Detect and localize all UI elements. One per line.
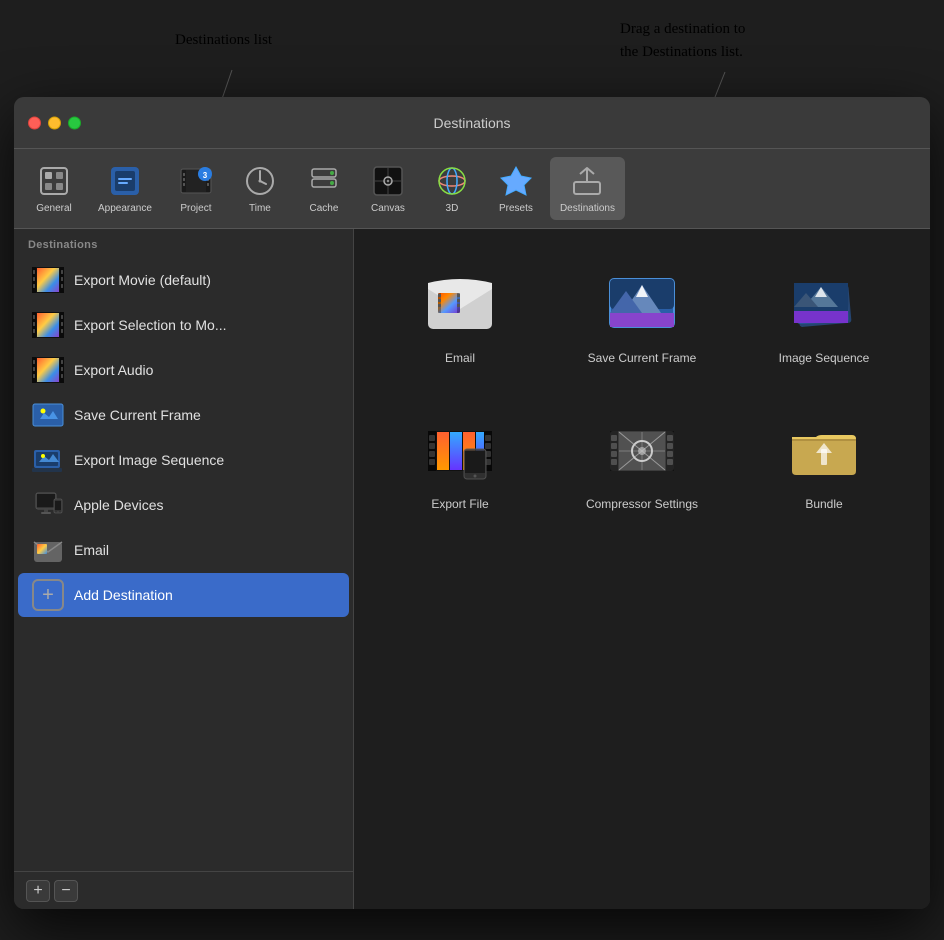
email-label: Email [74, 542, 109, 558]
dest-email-label: Email [445, 351, 475, 365]
cache-icon [306, 163, 342, 199]
right-panel: Email [354, 229, 930, 909]
sidebar-item-export-selection[interactable]: Export Selection to Mo... [18, 303, 349, 347]
export-audio-icon [32, 356, 64, 384]
appearance-label: Appearance [98, 203, 152, 214]
dest-compressor-label: Compressor Settings [586, 497, 698, 511]
toolbar: General Appearance [14, 149, 930, 229]
sidebar-email-icon [32, 536, 64, 564]
drag-annotation: Drag a destination tothe Destinations li… [620, 18, 745, 63]
cache-label: Cache [309, 203, 338, 214]
project-label: Project [180, 203, 211, 214]
main-window: Destinations General [14, 97, 930, 909]
traffic-lights [28, 116, 81, 129]
export-audio-label: Export Audio [74, 362, 153, 378]
sidebar-item-save-frame[interactable]: Save Current Frame [18, 393, 349, 437]
sidebar-list: Export Movie (default) [14, 257, 353, 871]
3d-icon [434, 163, 470, 199]
minimize-button[interactable] [48, 116, 61, 129]
dest-bundle[interactable]: Bundle [748, 405, 900, 521]
remove-item-button[interactable]: − [54, 880, 78, 902]
dest-save-frame[interactable]: Save Current Frame [566, 259, 718, 375]
appearance-icon [107, 163, 143, 199]
dest-compressor-settings[interactable]: Compressor Settings [566, 405, 718, 521]
toolbar-item-canvas[interactable]: Canvas [358, 157, 418, 220]
dest-image-sequence-label: Image Sequence [779, 351, 870, 365]
general-icon [36, 163, 72, 199]
destinations-label: Destinations [560, 203, 615, 214]
save-frame-label: Save Current Frame [74, 407, 201, 423]
toolbar-item-appearance[interactable]: Appearance [88, 157, 162, 220]
fullscreen-button[interactable] [68, 116, 81, 129]
titlebar: Destinations [14, 97, 930, 149]
export-movie-label: Export Movie (default) [74, 272, 211, 288]
apple-devices-icon [32, 491, 64, 519]
dest-export-file[interactable]: Export File [384, 405, 536, 521]
dest-image-sequence[interactable]: Image Sequence [748, 259, 900, 375]
toolbar-item-destinations[interactable]: Destinations [550, 157, 625, 220]
presets-icon [498, 163, 534, 199]
time-icon [242, 163, 278, 199]
sidebar-item-add-destination[interactable]: + Add Destination [18, 573, 349, 617]
dest-image-sequence-icon [784, 269, 864, 341]
sidebar-footer: + − [14, 871, 353, 909]
dest-save-frame-label: Save Current Frame [588, 351, 697, 365]
sidebar-item-apple-devices[interactable]: Apple Devices [18, 483, 349, 527]
dest-save-frame-icon [602, 269, 682, 341]
export-movie-icon [32, 266, 64, 294]
add-destination-label: Add Destination [74, 587, 173, 603]
add-item-button[interactable]: + [26, 880, 50, 902]
export-selection-icon [32, 311, 64, 339]
general-label: General [36, 203, 72, 214]
toolbar-item-presets[interactable]: Presets [486, 157, 546, 220]
save-frame-icon [32, 401, 64, 429]
dest-export-file-label: Export File [431, 497, 488, 511]
svg-text:3: 3 [203, 171, 208, 180]
sidebar-item-image-sequence[interactable]: Export Image Sequence [18, 438, 349, 482]
dest-bundle-label: Bundle [805, 497, 842, 511]
toolbar-item-cache[interactable]: Cache [294, 157, 354, 220]
dest-export-file-icon [420, 415, 500, 487]
image-sequence-icon [32, 446, 64, 474]
sidebar: Destinations [14, 229, 354, 909]
destinations-icon [569, 163, 605, 199]
3d-label: 3D [446, 203, 459, 214]
canvas-label: Canvas [371, 203, 405, 214]
dest-compressor-icon [602, 415, 682, 487]
toolbar-item-time[interactable]: Time [230, 157, 290, 220]
main-content: Destinations [14, 229, 930, 909]
dest-email[interactable]: Email [384, 259, 536, 375]
toolbar-item-project[interactable]: 3 Project [166, 157, 226, 220]
close-button[interactable] [28, 116, 41, 129]
window-title: Destinations [433, 115, 510, 131]
time-label: Time [249, 203, 271, 214]
toolbar-item-3d[interactable]: 3D [422, 157, 482, 220]
dest-email-icon [420, 269, 500, 341]
add-destination-icon: + [32, 581, 64, 609]
sidebar-item-export-audio[interactable]: Export Audio [18, 348, 349, 392]
sidebar-item-email[interactable]: Email [18, 528, 349, 572]
add-icon: + [32, 579, 64, 611]
apple-devices-label: Apple Devices [74, 497, 164, 513]
project-icon: 3 [178, 163, 214, 199]
dest-bundle-icon [784, 415, 864, 487]
sidebar-item-export-movie[interactable]: Export Movie (default) [18, 258, 349, 302]
image-sequence-label: Export Image Sequence [74, 452, 224, 468]
toolbar-item-general[interactable]: General [24, 157, 84, 220]
presets-label: Presets [499, 203, 533, 214]
sidebar-header: Destinations [14, 229, 353, 257]
export-selection-label: Export Selection to Mo... [74, 317, 227, 333]
canvas-icon [370, 163, 406, 199]
destinations-list-annotation: Destinations list [175, 30, 272, 51]
destinations-grid: Email [384, 259, 900, 521]
